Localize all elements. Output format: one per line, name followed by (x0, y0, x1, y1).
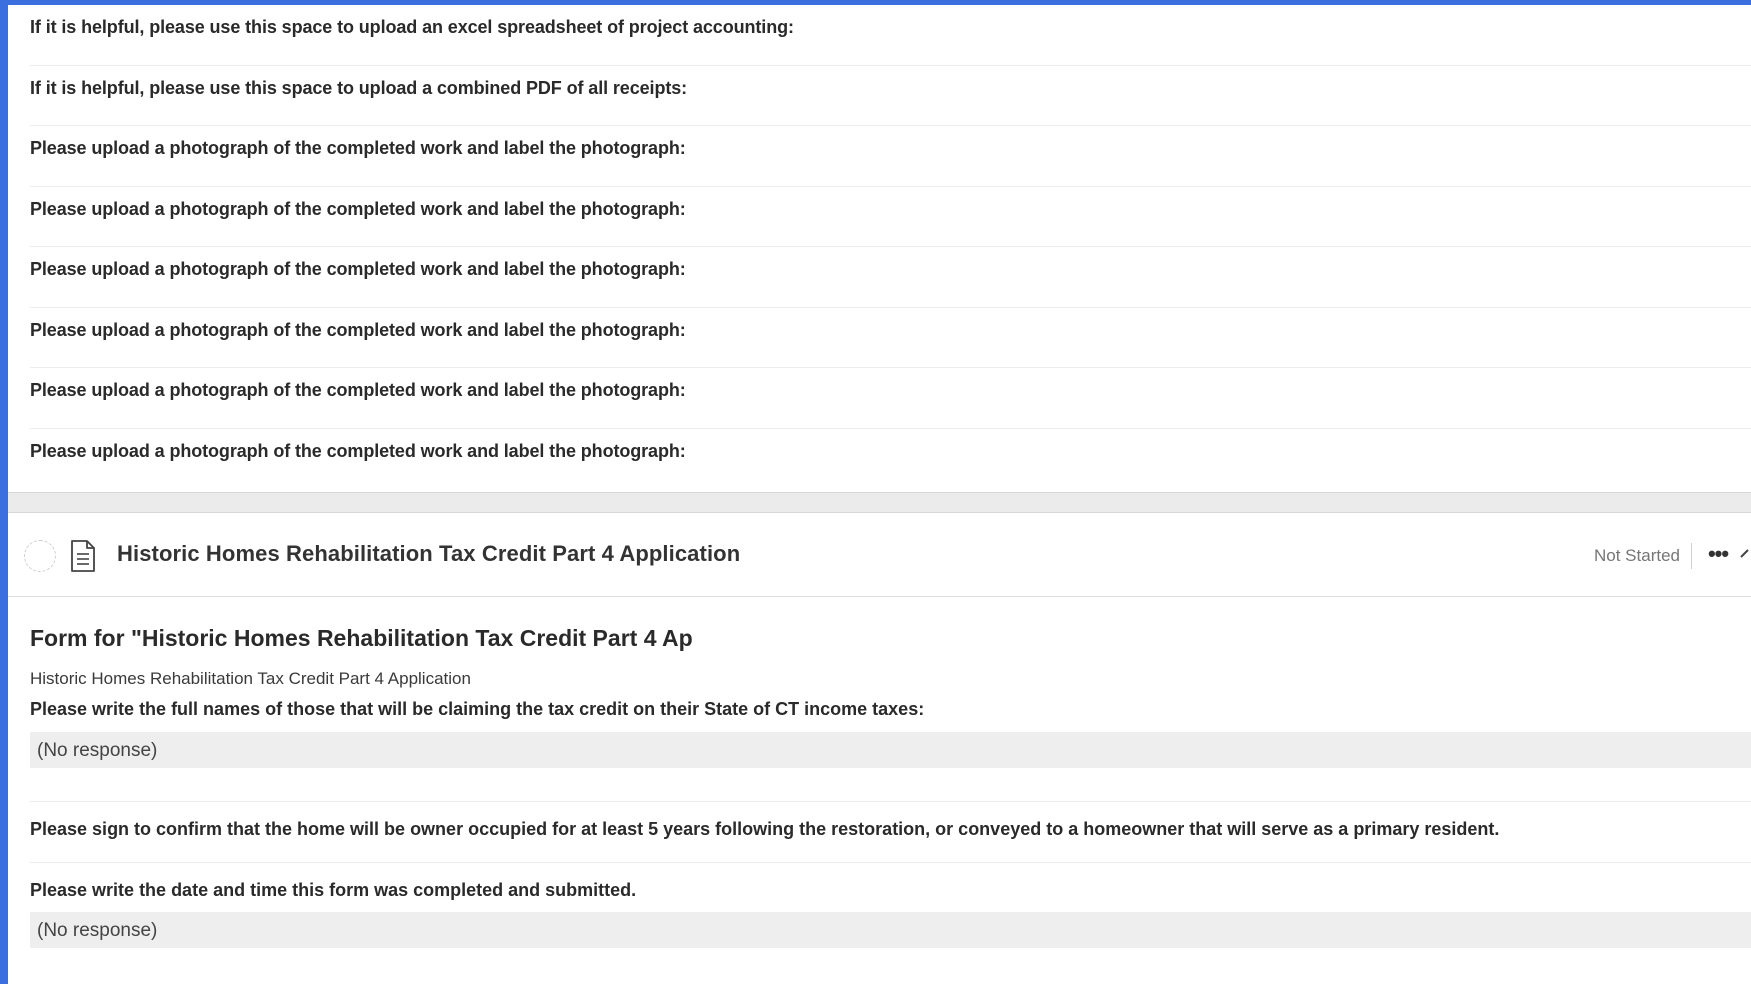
main-scroll-area[interactable]: If it is helpful, please use this space … (8, 5, 1751, 984)
question-row: Please upload a photograph of the comple… (30, 429, 1751, 489)
question-row: Please upload a photograph of the comple… (30, 126, 1751, 187)
chevron-up-icon[interactable] (1740, 546, 1751, 560)
status-badge: Not Started (1594, 546, 1680, 565)
completion-date-label: Please write the date and time this form… (30, 880, 637, 900)
question-row: Please upload a photograph of the comple… (30, 187, 1751, 247)
form-subtitle: Historic Homes Rehabilitation Tax Credit… (30, 669, 471, 688)
divider (30, 801, 1751, 802)
question-label: Please upload a photograph of the comple… (30, 198, 686, 219)
claimant-names-label: Please write the full names of those tha… (30, 699, 925, 719)
upload-question-list: If it is helpful, please use this space … (8, 5, 1751, 488)
question-row: If it is helpful, please use this space … (30, 5, 1751, 66)
status-circle-icon[interactable] (24, 540, 56, 572)
form-title: Form for "Historic Homes Rehabilitation … (30, 625, 693, 651)
question-row: If it is helpful, please use this space … (30, 66, 1751, 126)
more-options-button[interactable]: ••• (1704, 541, 1732, 567)
question-row: Please upload a photograph of the comple… (30, 368, 1751, 429)
section-separator (8, 492, 1751, 513)
divider (1691, 543, 1692, 569)
question-label: Please upload a photograph of the comple… (30, 138, 686, 158)
document-icon (71, 540, 95, 572)
question-label: If it is helpful, please use this space … (30, 17, 794, 37)
question-row: Please upload a photograph of the comple… (30, 247, 1751, 308)
divider (30, 862, 1751, 863)
question-row: Please upload a photograph of the comple… (30, 308, 1751, 368)
question-label: Please upload a photograph of the comple… (30, 319, 686, 340)
task-header[interactable]: Historic Homes Rehabilitation Tax Credit… (8, 513, 1751, 597)
task-title[interactable]: Historic Homes Rehabilitation Tax Credit… (117, 541, 740, 567)
response-value: (No response) (37, 740, 158, 761)
owner-occupied-signature-label: Please sign to confirm that the home wil… (30, 819, 1500, 839)
claimant-names-response: (No response) (30, 732, 1751, 768)
question-label: Please upload a photograph of the comple… (30, 440, 686, 461)
completion-date-response: (No response) (30, 912, 1751, 948)
question-label: If it is helpful, please use this space … (30, 77, 688, 98)
question-label: Please upload a photograph of the comple… (30, 380, 686, 400)
question-label: Please upload a photograph of the comple… (30, 259, 686, 279)
response-value: (No response) (37, 920, 158, 941)
window-left-border (0, 0, 8, 984)
